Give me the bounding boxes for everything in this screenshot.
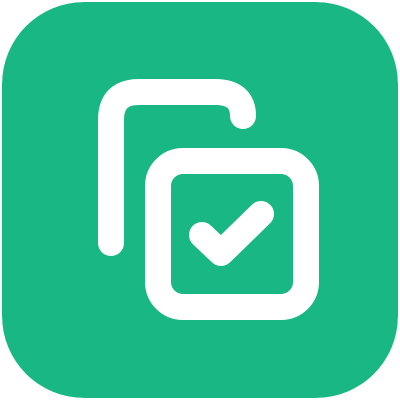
app-icon[interactable] [2,2,398,398]
copy-check-icon [2,2,398,398]
icon-background [2,2,398,398]
